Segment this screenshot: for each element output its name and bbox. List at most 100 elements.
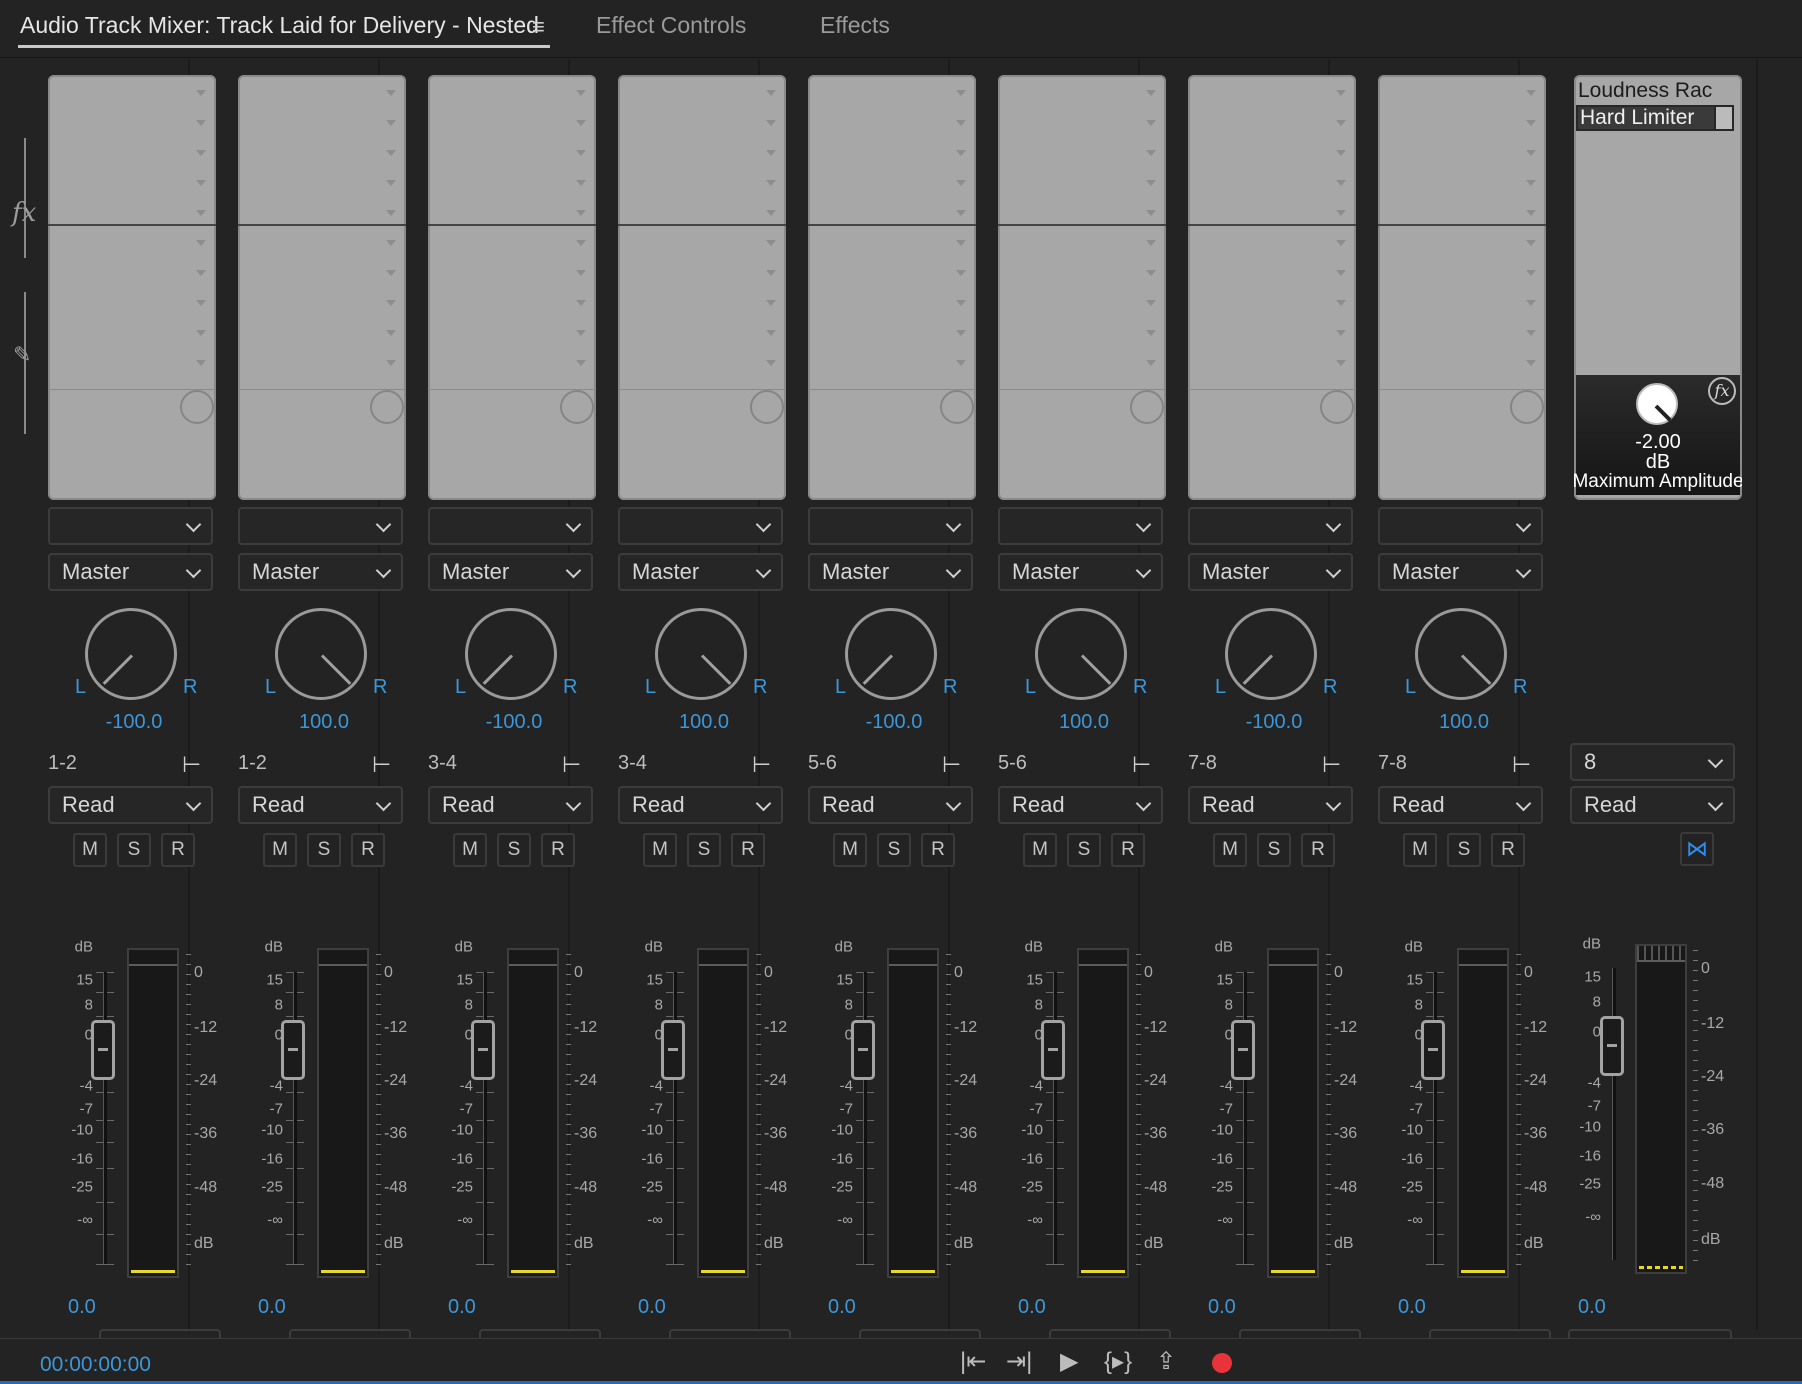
master-effects-rack[interactable]: Loudness Rac Hard Limiter fx -2.00 dB Ma… (1574, 75, 1742, 500)
mute-button[interactable]: M (263, 833, 297, 867)
effect-slot-arrow-icon[interactable] (1526, 210, 1536, 216)
fader-track[interactable] (103, 972, 107, 1264)
output-select[interactable]: Master (808, 553, 973, 591)
send-assignment-select[interactable] (48, 507, 213, 545)
volume-value[interactable]: 0.0 (1208, 1296, 1236, 1319)
pan-value[interactable]: -100.0 (830, 711, 958, 734)
effects-rack[interactable] (1378, 75, 1546, 500)
solo-button[interactable]: S (497, 833, 531, 867)
pan-knob[interactable] (845, 608, 937, 700)
effect-slot-2-dropdown-button[interactable] (1714, 107, 1732, 129)
automation-mode-select[interactable]: Read (998, 786, 1163, 824)
volume-fader[interactable] (471, 1020, 495, 1080)
clip-indicator[interactable] (319, 950, 367, 966)
mute-button[interactable]: M (1213, 833, 1247, 867)
output-select[interactable]: Master (1378, 553, 1543, 591)
mute-button[interactable]: M (643, 833, 677, 867)
play-in-to-out-icon[interactable]: {▸} (1104, 1347, 1132, 1376)
solo-button[interactable]: S (1447, 833, 1481, 867)
volume-value[interactable]: 0.0 (1018, 1296, 1046, 1319)
volume-value[interactable]: 0.0 (828, 1296, 856, 1319)
automation-mode-select[interactable]: Read (808, 786, 973, 824)
output-select[interactable]: Master (238, 553, 403, 591)
master-automation-select[interactable]: Read (1570, 786, 1735, 824)
automation-mode-select[interactable]: Read (618, 786, 783, 824)
automation-mode-select[interactable]: Read (48, 786, 213, 824)
solo-button[interactable]: S (1067, 833, 1101, 867)
clip-indicator[interactable] (1079, 950, 1127, 966)
timecode-display[interactable]: 00:00:00:00 (40, 1353, 151, 1377)
tab-effect-controls[interactable]: Effect Controls (596, 12, 746, 39)
automation-mode-select[interactable]: Read (1378, 786, 1543, 824)
fader-track[interactable] (1053, 972, 1057, 1264)
volume-value[interactable]: 0.0 (68, 1296, 96, 1319)
clip-indicator[interactable] (1269, 950, 1317, 966)
send-assignment-select[interactable] (428, 507, 593, 545)
send-assignment-select[interactable] (238, 507, 403, 545)
record-icon[interactable] (1212, 1353, 1232, 1373)
fader-track[interactable] (1243, 972, 1247, 1264)
effect-slot-arrow-icon[interactable] (1526, 180, 1536, 186)
pan-knob[interactable] (1035, 608, 1127, 700)
solo-button[interactable]: S (1257, 833, 1291, 867)
play-icon[interactable]: ▶ (1060, 1347, 1078, 1376)
output-select[interactable]: Master (1188, 553, 1353, 591)
master-fader-track[interactable] (1612, 968, 1616, 1260)
clip-indicator[interactable] (129, 950, 177, 966)
pan-value[interactable]: -100.0 (450, 711, 578, 734)
pan-value[interactable]: 100.0 (260, 711, 388, 734)
volume-value[interactable]: 0.0 (1398, 1296, 1426, 1319)
volume-fader[interactable] (281, 1020, 305, 1080)
output-select[interactable]: Master (618, 553, 783, 591)
volume-fader[interactable] (1421, 1020, 1445, 1080)
volume-value[interactable]: 0.0 (638, 1296, 666, 1319)
effect-slot-arrow-icon[interactable] (1526, 270, 1536, 276)
output-select[interactable]: Master (998, 553, 1163, 591)
pan-knob[interactable] (465, 608, 557, 700)
effect-slot-arrow-icon[interactable] (1526, 300, 1536, 306)
fader-track[interactable] (1433, 972, 1437, 1264)
master-volume-value[interactable]: 0.0 (1578, 1296, 1606, 1319)
fader-track[interactable] (483, 972, 487, 1264)
pan-value[interactable]: -100.0 (70, 711, 198, 734)
automation-mode-select[interactable]: Read (428, 786, 593, 824)
effect-slot-2[interactable]: Hard Limiter (1576, 105, 1734, 131)
automation-mode-select[interactable]: Read (1188, 786, 1353, 824)
pan-knob[interactable] (85, 608, 177, 700)
volume-fader[interactable] (851, 1020, 875, 1080)
send-assignment-select[interactable] (998, 507, 1163, 545)
fader-track[interactable] (673, 972, 677, 1264)
tab-effects[interactable]: Effects (820, 12, 890, 39)
pan-value[interactable]: 100.0 (1400, 711, 1528, 734)
go-to-out-icon[interactable]: ⇥| (1006, 1347, 1032, 1376)
routing-icon[interactable]: ⊢ (1512, 752, 1531, 778)
solo-button[interactable]: S (877, 833, 911, 867)
send-assignment-select[interactable] (1378, 507, 1543, 545)
loop-icon[interactable]: ⇪ (1156, 1347, 1176, 1376)
record-enable-button[interactable]: R (1491, 833, 1525, 867)
mute-button[interactable]: M (1023, 833, 1057, 867)
clip-indicator[interactable] (699, 950, 747, 966)
effect-slot-arrow-icon[interactable] (1526, 120, 1536, 126)
pan-knob[interactable] (275, 608, 367, 700)
pan-value[interactable]: 100.0 (640, 711, 768, 734)
pan-knob[interactable] (1225, 608, 1317, 700)
send-assignment-select[interactable] (1188, 507, 1353, 545)
volume-fader[interactable] (1041, 1020, 1065, 1080)
clip-indicator[interactable] (509, 950, 557, 966)
fader-track[interactable] (293, 972, 297, 1264)
volume-fader[interactable] (661, 1020, 685, 1080)
volume-fader[interactable] (1231, 1020, 1255, 1080)
volume-fader[interactable] (91, 1020, 115, 1080)
effect-slot-arrow-icon[interactable] (1526, 240, 1536, 246)
send-level-knob[interactable] (1510, 390, 1544, 424)
mute-button[interactable]: M (1403, 833, 1437, 867)
volume-value[interactable]: 0.0 (258, 1296, 286, 1319)
mute-button[interactable]: M (73, 833, 107, 867)
pan-value[interactable]: 100.0 (1020, 711, 1148, 734)
master-channel-select[interactable]: 8 (1570, 743, 1735, 781)
effect-slot-arrow-icon[interactable] (1526, 90, 1536, 96)
parameter-knob[interactable] (1636, 383, 1678, 425)
pan-value[interactable]: -100.0 (1210, 711, 1338, 734)
fader-track[interactable] (863, 972, 867, 1264)
